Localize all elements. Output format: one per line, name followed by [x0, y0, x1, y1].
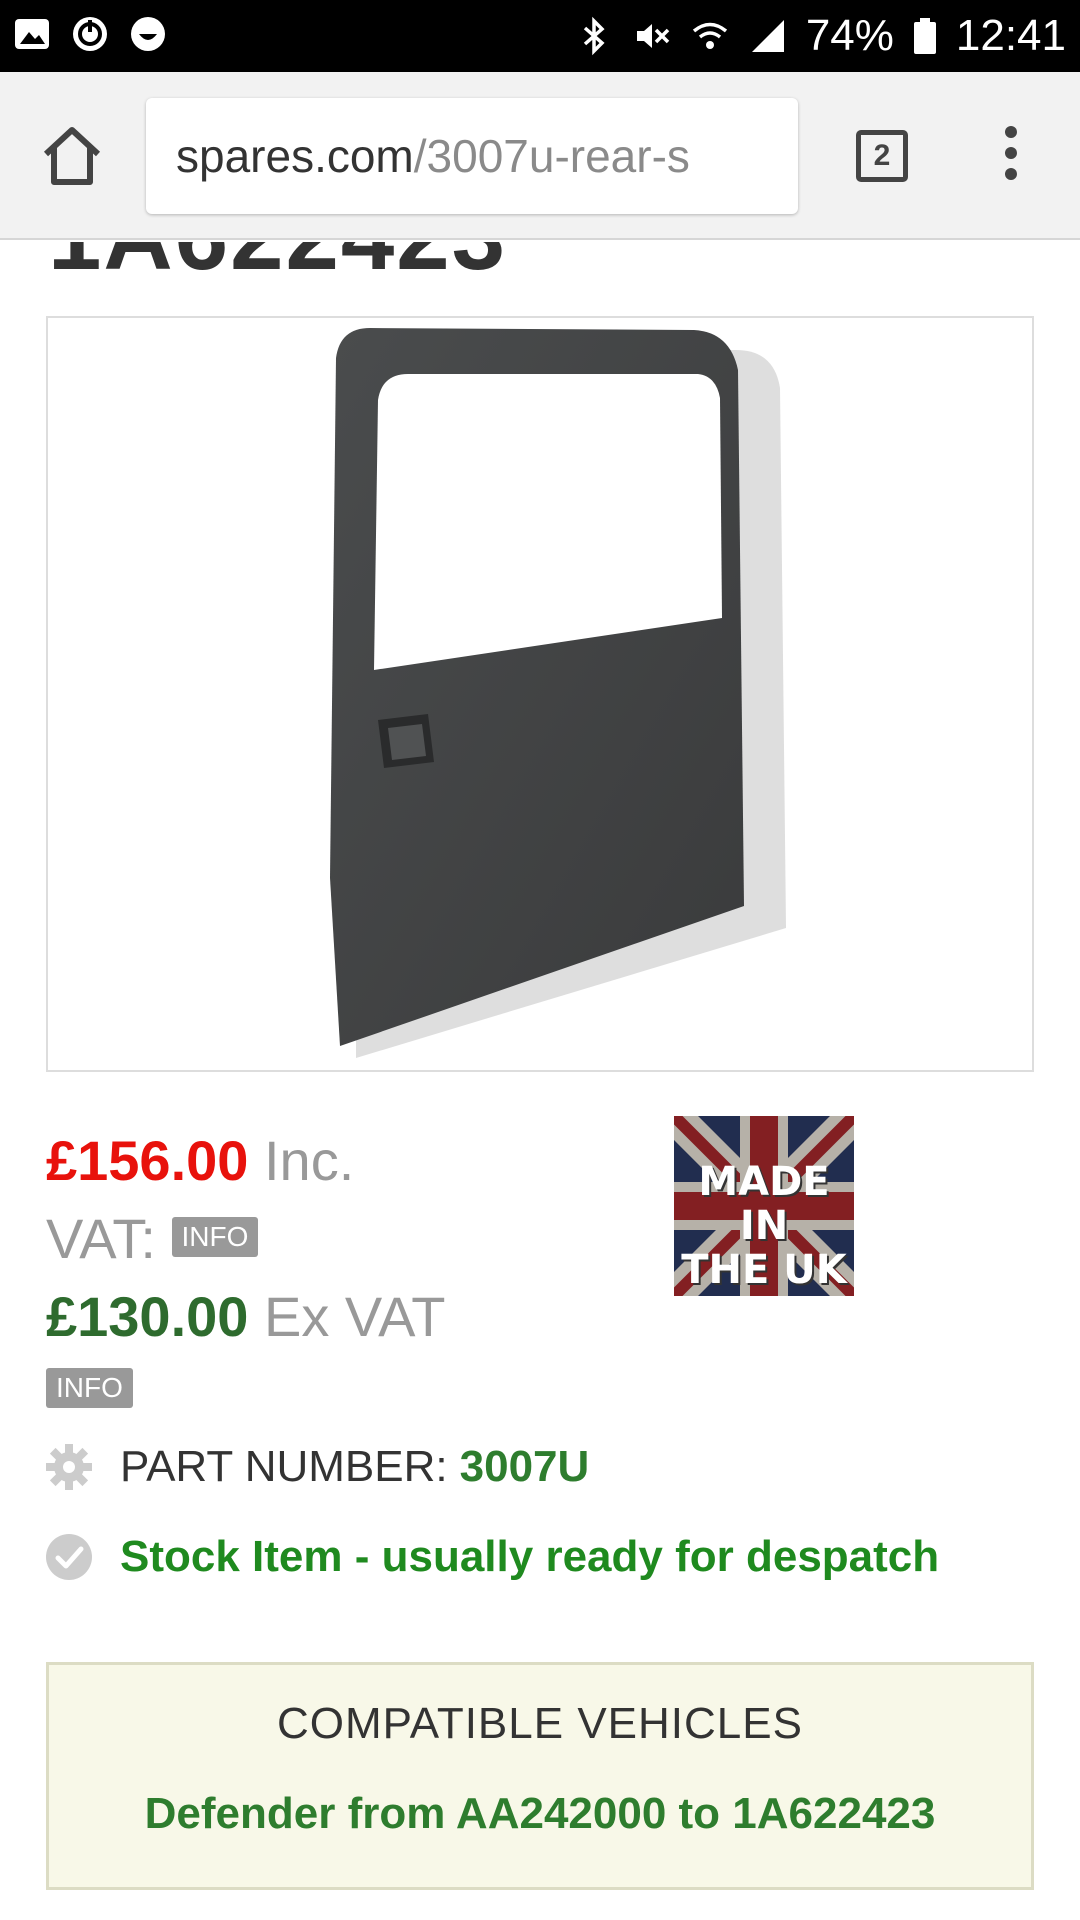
sync-icon — [73, 17, 107, 51]
wifi-icon — [692, 22, 727, 49]
stock-status-row: Stock Item - usually ready for despatch — [44, 1532, 939, 1582]
price-block: £156.00 Inc. VAT: INFO £130.00 Ex VAT — [46, 1122, 646, 1356]
price-inc-vat-line-2: VAT: INFO — [46, 1200, 646, 1278]
vat-info-button[interactable]: INFO — [171, 1217, 259, 1258]
url-domain: spares.com — [176, 130, 414, 182]
page-title: 1A622423 — [48, 242, 507, 292]
page-content: 1A622423 £156.00 Inc. VAT: IN — [0, 242, 1080, 1920]
uk-badge-line1: MADE IN — [698, 1159, 830, 1249]
overflow-menu-icon[interactable] — [996, 126, 1026, 186]
clock: 12:41 — [955, 11, 1066, 60]
mute-icon — [636, 24, 670, 48]
part-number-row: PART NUMBER: 3007U — [44, 1442, 589, 1492]
price-inc-suffix-2: VAT: — [46, 1207, 156, 1270]
home-icon[interactable] — [38, 122, 106, 190]
compatible-vehicles-title: COMPATIBLE VEHICLES — [277, 1699, 803, 1748]
product-image[interactable] — [46, 316, 1034, 1072]
made-in-uk-text: MADE IN THE UK — [674, 1160, 854, 1292]
signal-icon — [751, 20, 784, 52]
browser-toolbar: spares.com/3007u-rear-s 2 — [0, 72, 1080, 240]
compatible-vehicles-panel: COMPATIBLE VEHICLES Defender from AA2420… — [46, 1662, 1034, 1890]
compatible-vehicle-entry[interactable]: Defender from AA242000 to 1A622423 — [49, 1789, 1031, 1839]
price-ex-suffix: Ex VAT — [248, 1285, 446, 1348]
tabs-icon[interactable]: 2 — [856, 130, 908, 182]
check-circle-icon — [46, 1534, 92, 1580]
made-in-uk-badge: MADE IN THE UK — [674, 1116, 854, 1296]
part-number-value: 3007U — [459, 1442, 590, 1491]
gallery-icon — [15, 19, 49, 49]
price-inc-vat: £156.00 — [46, 1129, 249, 1192]
ex-vat-info-button[interactable]: INFO — [46, 1368, 133, 1408]
rear-door-image — [330, 328, 786, 1058]
address-bar[interactable]: spares.com/3007u-rear-s — [146, 98, 798, 214]
price-ex-vat: £130.00 — [46, 1285, 249, 1348]
stock-status-text: Stock Item - usually ready for despatch — [120, 1532, 940, 1581]
price-ex-vat-line: £130.00 Ex VAT — [46, 1278, 646, 1356]
gear-icon — [46, 1444, 92, 1490]
status-right-icons: 74% 12:41 — [574, 10, 1066, 62]
battery-percent: 74% — [805, 11, 894, 60]
uk-badge-line2: THE UK — [681, 1247, 847, 1293]
status-left-icons — [12, 14, 168, 54]
bluetooth-icon — [583, 16, 605, 56]
emoji-icon — [131, 17, 165, 51]
status-bar: 74% 12:41 — [0, 0, 1080, 72]
battery-icon — [913, 18, 936, 54]
url-path: /3007u-rear-s — [413, 130, 690, 182]
price-inc-suffix: Inc. — [248, 1129, 355, 1192]
part-number-label: PART NUMBER: — [120, 1442, 448, 1491]
price-inc-vat-line: £156.00 Inc. — [46, 1122, 646, 1200]
